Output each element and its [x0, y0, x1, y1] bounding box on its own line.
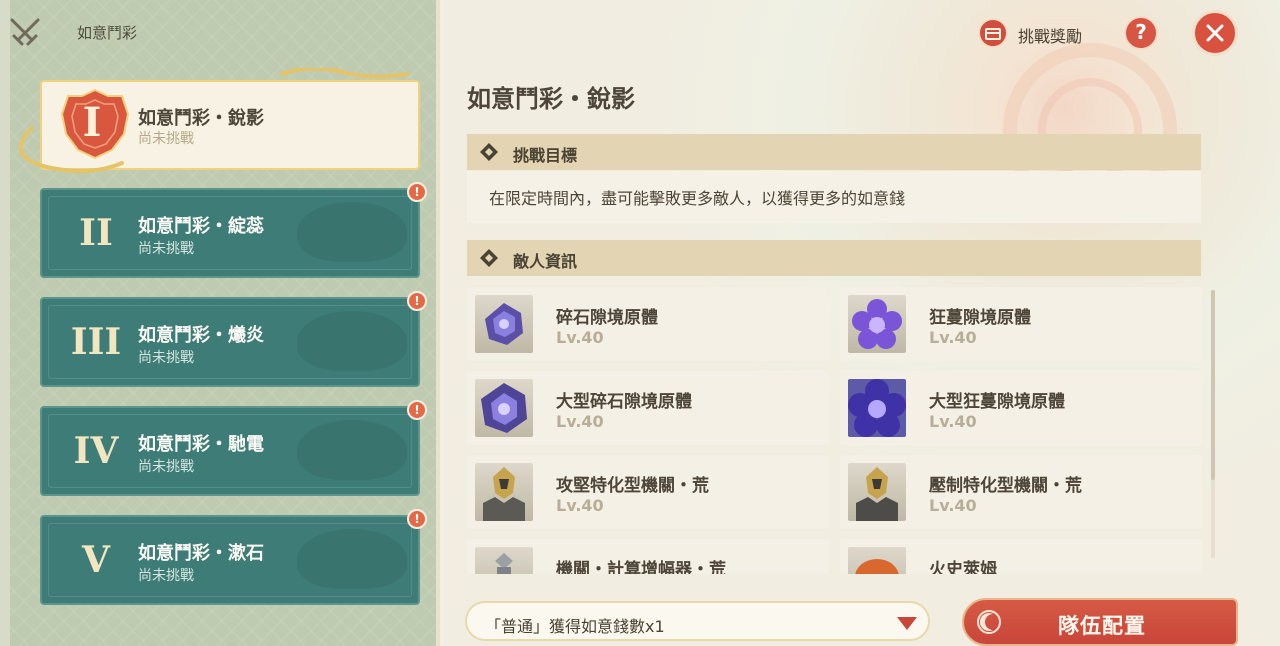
enemy-name: 機關・計算增幅器・荒 — [556, 560, 726, 574]
challenge-title: 如意鬥彩・漱石 — [138, 543, 264, 564]
team-setup-button[interactable]: 隊伍配置 — [962, 598, 1238, 646]
challenge-title: 如意鬥彩・馳電 — [138, 434, 264, 455]
enemy-level: Lv.40 — [929, 412, 977, 431]
enemy-name: 火史萊姆 — [929, 560, 997, 574]
challenge-status: 尚未挑戰 — [138, 459, 194, 475]
challenge-card-3[interactable]: III 如意鬥彩・爔炎 尚未挑戰 — [40, 297, 420, 387]
mech-icon — [475, 547, 533, 574]
challenge-title: 如意鬥彩・綻蕊 — [138, 216, 264, 237]
purple-flower-icon — [848, 295, 906, 353]
page-title: 如意鬥彩・銳影 — [467, 85, 635, 113]
new-alert-icon: ! — [407, 400, 427, 420]
mask-decoration — [297, 311, 407, 371]
enemy-name: 攻堅特化型機關・荒 — [556, 476, 709, 496]
crossed-swords-icon — [8, 16, 42, 50]
purple-crystal-icon — [475, 379, 533, 437]
mask-decoration — [297, 420, 407, 480]
enemy-card[interactable]: 碎石隙境原體 Lv.40 — [467, 287, 829, 361]
mech-icon — [475, 463, 533, 521]
enemy-level: Lv.40 — [929, 328, 977, 347]
challenge-numeral: I — [82, 99, 102, 146]
enemy-level: Lv.40 — [556, 412, 604, 431]
objective-section-header: 挑戰目標 — [467, 134, 1201, 170]
diamond-bullet-icon — [480, 249, 498, 267]
challenge-title: 如意鬥彩・爔炎 — [138, 325, 264, 346]
mech-icon — [848, 463, 906, 521]
enemy-name: 狂蔓隙境原體 — [929, 308, 1031, 328]
challenge-status: 尚未挑戰 — [138, 241, 194, 257]
new-alert-icon: ! — [407, 509, 427, 529]
challenge-card-4[interactable]: IV 如意鬥彩・馳電 尚未挑戰 — [40, 406, 420, 496]
enemy-card[interactable]: 壓制特化型機關・荒 Lv.40 — [840, 455, 1202, 529]
enemy-card[interactable]: 狂蔓隙境原體 Lv.40 — [840, 287, 1202, 361]
panel-title: 如意鬥彩 — [77, 24, 138, 42]
challenge-numeral: V — [82, 539, 110, 581]
enemy-card[interactable]: 大型狂蔓隙境原體 Lv.40 — [840, 371, 1202, 445]
reward-chest-icon — [978, 18, 1008, 48]
mask-decoration — [297, 529, 407, 589]
challenge-status: 尚未挑戰 — [138, 568, 194, 584]
challenge-card-1[interactable]: I 如意鬥彩・銳影 尚未挑戰 — [40, 80, 420, 170]
mask-decoration — [297, 202, 407, 262]
enemy-list[interactable]: 碎石隙境原體 Lv.40 狂蔓隙境原體 Lv.40 大型碎石隙境原體 Lv.40… — [467, 287, 1207, 574]
objective-box: 在限定時間內，盡可能擊敗更多敵人，以獲得更多的如意錢 — [467, 171, 1201, 223]
enemy-card[interactable]: 機關・計算增幅器・荒 — [467, 539, 829, 574]
scrollbar-thumb[interactable] — [1211, 290, 1215, 480]
diamond-bullet-icon — [480, 143, 498, 161]
close-icon — [1206, 24, 1224, 42]
challenge-numeral: IV — [73, 430, 119, 472]
purple-flower-icon — [848, 379, 906, 437]
challenge-card-2[interactable]: II 如意鬥彩・綻蕊 尚未挑戰 — [40, 188, 420, 278]
enemy-card[interactable]: 攻堅特化型機關・荒 Lv.40 — [467, 455, 829, 529]
close-button[interactable] — [1192, 10, 1238, 56]
challenge-status: 尚未挑戰 — [138, 131, 194, 147]
enemy-level: Lv.40 — [556, 328, 604, 347]
purple-crystal-icon — [475, 295, 533, 353]
reward-mode-value: 「普通」獲得如意錢數x1 — [485, 617, 665, 636]
team-setup-label: 隊伍配置 — [1058, 614, 1146, 638]
challenge-status: 尚未挑戰 — [138, 350, 194, 366]
challenge-title: 如意鬥彩・銳影 — [138, 108, 264, 129]
enemy-card[interactable]: 大型碎石隙境原體 Lv.40 — [467, 371, 829, 445]
slime-icon — [848, 547, 906, 574]
challenge-numeral: II — [79, 212, 113, 254]
enemy-name: 碎石隙境原體 — [556, 308, 658, 328]
enemy-section-header: 敵人資訊 — [467, 240, 1201, 276]
panel-rail — [0, 0, 10, 646]
enemy-name: 大型碎石隙境原體 — [556, 392, 692, 412]
challenge-card-5[interactable]: V 如意鬥彩・漱石 尚未挑戰 — [40, 515, 420, 605]
help-button[interactable]: ? — [1124, 16, 1158, 50]
new-alert-icon: ! — [407, 291, 427, 311]
challenge-rewards-label: 挑戰獎勵 — [1018, 27, 1083, 46]
enemy-card[interactable]: 火史萊姆 — [840, 539, 1202, 574]
reward-mode-dropdown[interactable]: 「普通」獲得如意錢數x1 — [465, 601, 930, 641]
enemy-level: Lv.40 — [929, 496, 977, 515]
dropdown-arrow-icon — [897, 617, 917, 630]
objective-text: 在限定時間內，盡可能擊敗更多敵人，以獲得更多的如意錢 — [489, 189, 906, 208]
new-alert-icon: ! — [407, 182, 427, 202]
objective-header-label: 挑戰目標 — [513, 146, 578, 165]
enemy-level: Lv.40 — [556, 496, 604, 515]
enemy-name: 壓制特化型機關・荒 — [929, 476, 1082, 496]
enemy-name: 大型狂蔓隙境原體 — [929, 392, 1065, 412]
challenge-rewards-button[interactable]: 挑戰獎勵 — [976, 16, 1100, 50]
enemy-header-label: 敵人資訊 — [513, 252, 578, 271]
enemy-list-scrollbar[interactable] — [1211, 290, 1215, 558]
challenge-numeral: III — [70, 321, 122, 363]
